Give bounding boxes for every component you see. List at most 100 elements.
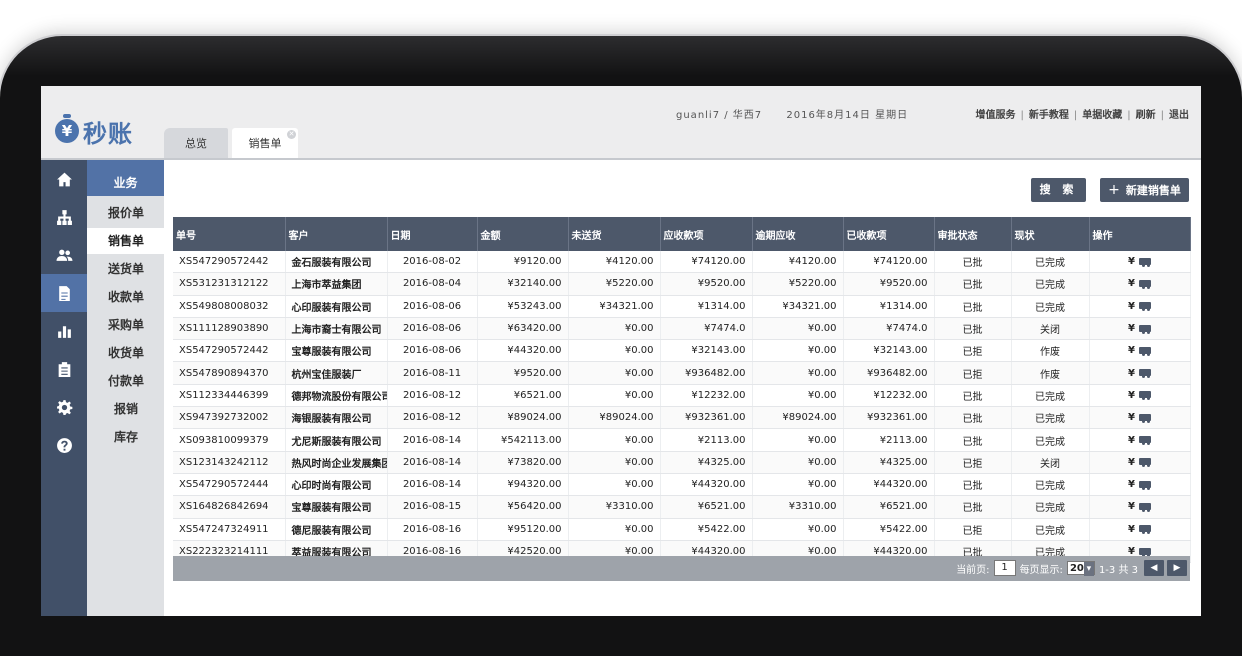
- table-row[interactable]: XS947392732002 海银服装有限公司 2016-08-12 ¥89024.0…: [173, 406, 1191, 430]
- table-cell: ¥4120.00: [568, 251, 661, 274]
- receive-payment-icon[interactable]: ¥: [1128, 390, 1135, 401]
- row-actions: ¥: [1089, 406, 1191, 430]
- truck-icon[interactable]: [1138, 480, 1151, 490]
- submenu-delivery[interactable]: 送货单: [87, 256, 164, 282]
- table-cell: 已完成: [1011, 518, 1090, 541]
- truck-icon[interactable]: [1138, 547, 1151, 557]
- submenu-quote[interactable]: 报价单: [87, 200, 164, 226]
- table-row[interactable]: XS547290572442 宝尊服装有限公司 2016-08-06 ¥44320.0…: [173, 339, 1191, 363]
- table-row[interactable]: XS547290572442 金石服装有限公司 2016-08-02 ¥9120.00…: [173, 251, 1191, 274]
- tab-sales-order[interactable]: 销售单 ✕: [232, 128, 298, 158]
- receive-payment-icon[interactable]: ¥: [1128, 412, 1135, 423]
- receive-payment-icon[interactable]: ¥: [1128, 278, 1135, 289]
- truck-icon[interactable]: [1138, 525, 1151, 535]
- receive-payment-icon[interactable]: ¥: [1128, 435, 1135, 446]
- table-row[interactable]: XS547890894370 杭州宝佳服装厂 2016-08-11 ¥9520.00 ¥…: [173, 361, 1191, 385]
- close-icon[interactable]: ✕: [287, 130, 296, 139]
- table-cell: ¥0.00: [752, 428, 844, 452]
- sidebar-documents-button[interactable]: [41, 274, 87, 312]
- table-row[interactable]: XS531231312122 上海市萃益集团 2016-08-04 ¥32140.00…: [173, 272, 1191, 296]
- table-row[interactable]: XS111128903890 上海市裔士有限公司 2016-08-06 ¥63420.…: [173, 317, 1191, 341]
- truck-icon[interactable]: [1138, 458, 1151, 468]
- clipboard-icon: [58, 361, 70, 377]
- new-sales-order-button[interactable]: + 新建销售单: [1100, 178, 1189, 202]
- sidebar-help-button[interactable]: [41, 426, 87, 464]
- table-cell: ¥2113.00: [843, 428, 935, 452]
- receive-payment-icon[interactable]: ¥: [1128, 501, 1135, 512]
- link-refresh[interactable]: 刷新: [1136, 110, 1156, 121]
- receive-payment-icon[interactable]: ¥: [1128, 323, 1135, 334]
- link-value-added[interactable]: 增值服务: [976, 110, 1016, 121]
- tab-overview[interactable]: 总览: [164, 128, 228, 158]
- row-actions: ¥: [1089, 428, 1191, 452]
- table-cell: ¥0.00: [752, 317, 844, 341]
- prev-page-button[interactable]: ◀: [1144, 560, 1164, 576]
- table-cell: 尤尼斯服装有限公司: [285, 428, 388, 452]
- receive-payment-icon[interactable]: ¥: [1128, 256, 1135, 267]
- table-cell: ¥56420.00: [477, 495, 569, 519]
- link-logout[interactable]: 退出: [1169, 110, 1189, 121]
- table-cell: ¥932361.00: [843, 406, 935, 430]
- truck-icon[interactable]: [1138, 502, 1151, 512]
- table-row[interactable]: XS164826842694 宝尊服装有限公司 2016-08-15 ¥56420.0…: [173, 495, 1191, 519]
- table-row[interactable]: XS547247324911 德尼服装有限公司 2016-08-16 ¥95120.0…: [173, 518, 1191, 541]
- table-cell: ¥44320.00: [843, 473, 935, 497]
- truck-icon[interactable]: [1138, 413, 1151, 423]
- table-cell: ¥932361.00: [660, 406, 753, 430]
- submenu-reimbursement[interactable]: 报销: [87, 396, 164, 422]
- current-page-input[interactable]: 1: [993, 560, 1016, 576]
- submenu-goods-receipt[interactable]: 收货单: [87, 340, 164, 366]
- column-header: 已收款项: [843, 217, 935, 251]
- truck-icon[interactable]: [1138, 279, 1151, 289]
- truck-icon[interactable]: [1138, 369, 1151, 379]
- table-cell: ¥3310.00: [752, 495, 844, 519]
- sidebar-settings-button[interactable]: [41, 388, 87, 426]
- table-cell: ¥0.00: [568, 339, 661, 363]
- receive-payment-icon[interactable]: ¥: [1128, 479, 1135, 490]
- table-row[interactable]: XS547290572444 心印时尚有限公司 2016-08-14 ¥94320.0…: [173, 473, 1191, 497]
- table-cell: ¥5422.00: [843, 518, 935, 541]
- table-cell: ¥6521.00: [660, 495, 753, 519]
- table-cell: ¥0.00: [752, 339, 844, 363]
- truck-icon[interactable]: [1138, 436, 1151, 446]
- row-actions: ¥: [1089, 272, 1191, 296]
- sidebar-home-button[interactable]: [41, 160, 87, 198]
- receive-payment-icon[interactable]: ¥: [1128, 301, 1135, 312]
- table-cell: 金石服装有限公司: [285, 251, 388, 274]
- table-cell: ¥6521.00: [477, 384, 569, 408]
- sidebar-org-button[interactable]: [41, 198, 87, 236]
- receive-payment-icon[interactable]: ¥: [1128, 457, 1135, 468]
- table-cell: XS164826842694: [173, 495, 286, 519]
- receive-payment-icon[interactable]: ¥: [1128, 368, 1135, 379]
- submenu-payment[interactable]: 付款单: [87, 368, 164, 394]
- link-favorites[interactable]: 单据收藏: [1082, 110, 1122, 121]
- truck-icon[interactable]: [1138, 391, 1151, 401]
- submenu-sales-order[interactable]: 销售单: [87, 228, 164, 254]
- table-cell: 上海市裔士有限公司: [285, 317, 388, 341]
- truck-icon[interactable]: [1138, 346, 1151, 356]
- link-tutorial[interactable]: 新手教程: [1029, 110, 1069, 121]
- table-row[interactable]: XS112334446399 德邦物流股份有限公司 2016-08-12 ¥6521.…: [173, 384, 1191, 408]
- search-button[interactable]: 搜 索: [1031, 178, 1086, 202]
- table-cell: 已完成: [1011, 295, 1090, 318]
- truck-icon[interactable]: [1138, 257, 1151, 267]
- table-cell: 已完成: [1011, 251, 1090, 274]
- truck-icon[interactable]: [1138, 302, 1151, 312]
- receive-payment-icon[interactable]: ¥: [1128, 345, 1135, 356]
- submenu-purchase[interactable]: 采购单: [87, 312, 164, 338]
- user-info: guanli7 / 华西7 2016年8月14日 星期日: [676, 106, 914, 121]
- sidebar-tasks-button[interactable]: [41, 350, 87, 388]
- table-row[interactable]: XS549808008032 心印服装有限公司 2016-08-06 ¥53243.0…: [173, 295, 1191, 318]
- receive-payment-icon[interactable]: ¥: [1128, 524, 1135, 535]
- per-page-select[interactable]: 20: [1066, 561, 1095, 576]
- submenu-receipt[interactable]: 收款单: [87, 284, 164, 310]
- next-page-button[interactable]: ▶: [1167, 560, 1187, 576]
- table-cell: ¥89024.00: [477, 406, 569, 430]
- sidebar-users-button[interactable]: [41, 236, 87, 274]
- column-header: 审批状态: [934, 217, 1012, 251]
- truck-icon[interactable]: [1138, 324, 1151, 334]
- submenu-inventory[interactable]: 库存: [87, 424, 164, 450]
- table-row[interactable]: XS123143242112 热风时尚企业发展集团 2016-08-14 ¥73820…: [173, 451, 1191, 474]
- table-row[interactable]: XS093810099379 尤尼斯服装有限公司 2016-08-14 ¥542113…: [173, 428, 1191, 452]
- sidebar-reports-button[interactable]: [41, 312, 87, 350]
